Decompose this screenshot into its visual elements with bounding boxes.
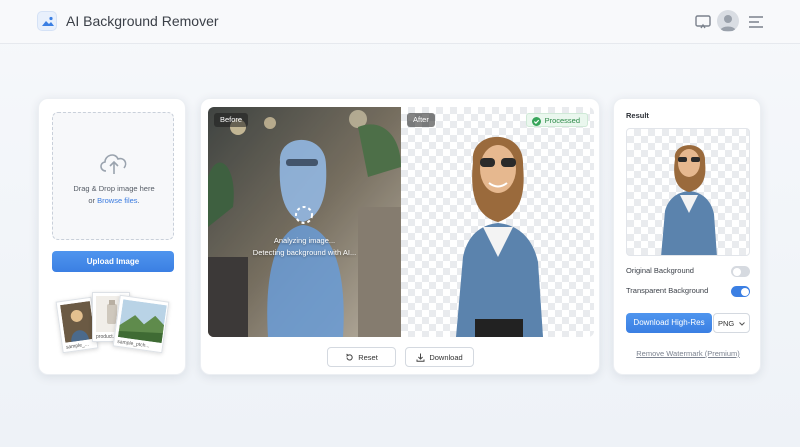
toggle-knob: [740, 287, 749, 296]
sample-caption: sample_...: [65, 341, 90, 351]
format-value: PNG: [718, 319, 735, 328]
transparent-background-toggle[interactable]: [731, 286, 750, 297]
browse-files-link[interactable]: Browse files: [97, 196, 137, 205]
browse-period: .: [137, 196, 140, 205]
analyzing-subtitle: Detecting background with AI...: [252, 248, 357, 257]
remove-watermark-link[interactable]: Remove Watermark (Premium): [614, 349, 762, 358]
after-image: After Processed: [401, 107, 594, 337]
after-label: After: [407, 113, 435, 127]
user-avatar-icon[interactable]: [717, 10, 739, 32]
upload-image-button[interactable]: Upload Image: [52, 251, 174, 272]
processed-badge: Processed: [525, 113, 588, 127]
transparent-background-label: Transparent Background: [626, 286, 709, 295]
preview-panel: Before Analyzing image... Detecting back…: [200, 98, 600, 375]
cast-icon[interactable]: [692, 11, 714, 33]
download-label: Download: [429, 353, 463, 362]
or-text: or: [88, 196, 96, 205]
result-image: [626, 128, 750, 256]
toggle-knob: [732, 267, 741, 276]
download-icon: [416, 353, 425, 362]
original-background-label: Original Background: [626, 266, 694, 275]
before-label: Before: [214, 113, 249, 127]
processed-text: Processed: [544, 116, 580, 125]
original-background-toggle[interactable]: [731, 266, 750, 277]
browse-line: or Browse files.: [53, 196, 175, 205]
top-bar: AI Background Remover: [0, 0, 800, 44]
menu-icon[interactable]: [745, 11, 767, 33]
format-select[interactable]: PNG: [713, 313, 750, 333]
image-logo-icon: [37, 11, 57, 31]
reset-button[interactable]: Reset: [327, 347, 396, 367]
check-circle-icon: [531, 116, 541, 126]
reset-icon: [346, 353, 353, 361]
sample-thumbnail[interactable]: sample_ptch...: [112, 294, 170, 354]
drop-zone[interactable]: Drag & Drop image here or Browse files.: [52, 112, 174, 240]
app-title: AI Background Remover: [66, 13, 219, 29]
download-high-res-button[interactable]: Download High-Res: [626, 313, 712, 333]
chevron-down-icon: [739, 322, 745, 326]
upload-panel: Drag & Drop image here or Browse files. …: [38, 98, 186, 375]
result-title: Result: [626, 111, 649, 120]
download-button[interactable]: Download: [405, 347, 474, 367]
analyzing-title: Analyzing image...: [273, 236, 336, 245]
reset-label: Reset: [358, 353, 378, 362]
drop-instructions: Drag & Drop image here: [73, 184, 155, 193]
before-image: Before Analyzing image... Detecting back…: [208, 107, 401, 337]
result-panel: Result Original Background Transparent B…: [613, 98, 761, 375]
cloud-upload-icon: [100, 154, 127, 174]
